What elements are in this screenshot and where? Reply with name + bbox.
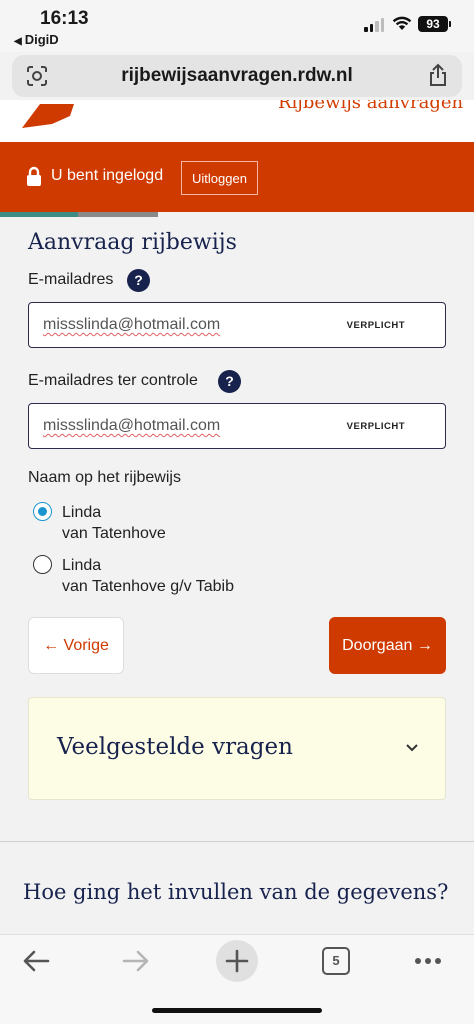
progress-bar <box>0 212 474 217</box>
status-time: 16:13 <box>40 8 89 29</box>
email-confirm-field[interactable]: missslinda@hotmail.com VERPLICHT <box>28 403 446 449</box>
name-option-1-line2: van Tatenhove <box>62 525 166 542</box>
previous-button[interactable]: ← Vorige <box>28 617 124 674</box>
lock-icon <box>27 166 41 186</box>
name-option-radio-2[interactable] <box>33 555 52 574</box>
plus-icon[interactable] <box>215 939 259 983</box>
email-value: missslinda@hotmail.com <box>43 316 221 333</box>
site-header: Rijbewijs aanvragen <box>0 100 474 142</box>
address-bar[interactable]: rijbewijsaanvragen.rdw.nl <box>12 55 462 97</box>
back-triangle-icon: ◀ <box>14 36 22 47</box>
arrow-right-icon: → <box>416 636 433 654</box>
help-icon[interactable]: ? <box>127 269 150 292</box>
email-confirm-label: E-mailadres ter controle <box>28 372 198 389</box>
forward-icon[interactable] <box>122 949 150 973</box>
rdw-logo[interactable] <box>22 104 78 128</box>
name-option-radio-1[interactable] <box>33 502 52 521</box>
site-title[interactable]: Rijbewijs aanvragen <box>278 100 463 113</box>
name-option-2-line2: van Tatenhove g/v Tabib <box>62 578 234 595</box>
required-tag: VERPLICHT <box>346 320 405 331</box>
continue-label: Doorgaan <box>342 636 413 654</box>
back-app-label: DigiD <box>24 32 59 47</box>
chevron-down-icon <box>406 744 418 752</box>
url-text[interactable]: rijbewijsaanvragen.rdw.nl <box>12 65 462 87</box>
faq-title: Veelgestelde vragen <box>57 734 293 760</box>
email-confirm-value: missslinda@hotmail.com <box>43 417 221 434</box>
help-icon[interactable]: ? <box>218 370 241 393</box>
feedback-heading: Hoe ging het invullen van de gegevens? <box>23 880 449 904</box>
name-option-1[interactable]: Linda van Tatenhove <box>62 502 166 544</box>
battery-indicator: 93 <box>418 16 451 32</box>
status-bar: 16:13 ◀ DigiD 93 <box>0 0 474 52</box>
login-banner: U bent ingelogd Uitloggen <box>0 142 474 212</box>
name-option-1-line1: Linda <box>62 504 102 521</box>
wifi-icon <box>392 16 412 30</box>
required-tag: VERPLICHT <box>346 421 405 432</box>
back-to-app-link[interactable]: ◀ DigiD <box>14 32 59 47</box>
progress-done <box>0 212 78 217</box>
email-label: E-mailadres <box>28 271 114 288</box>
logout-button[interactable]: Uitloggen <box>181 161 258 195</box>
tabs-icon[interactable]: 5 <box>322 947 350 975</box>
previous-label: Vorige <box>63 636 109 654</box>
name-option-2[interactable]: Linda van Tatenhove g/v Tabib <box>62 555 234 597</box>
home-indicator <box>152 1008 322 1013</box>
more-icon[interactable] <box>414 957 442 965</box>
arrow-left-icon: ← <box>43 636 60 654</box>
back-icon[interactable] <box>22 949 50 973</box>
continue-button[interactable]: Doorgaan → <box>329 617 446 674</box>
faq-accordion[interactable]: Veelgestelde vragen <box>28 697 446 800</box>
progress-current <box>78 212 158 217</box>
name-label: Naam op het rijbewijs <box>28 469 181 486</box>
share-icon[interactable] <box>428 63 448 87</box>
email-field[interactable]: missslinda@hotmail.com VERPLICHT <box>28 302 446 348</box>
logged-in-text: U bent ingelogd <box>51 167 164 184</box>
page-title: Aanvraag rijbewijs <box>28 230 237 255</box>
name-option-2-line1: Linda <box>62 557 102 574</box>
signal-icon <box>364 18 384 32</box>
divider <box>0 841 474 842</box>
